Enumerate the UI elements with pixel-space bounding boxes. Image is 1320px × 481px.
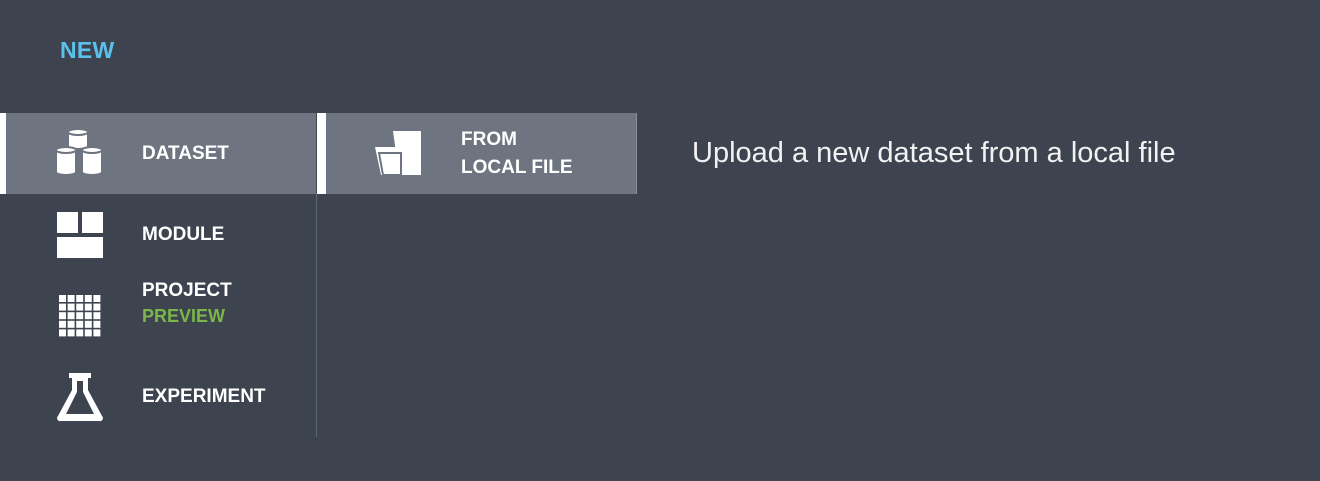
category-experiment[interactable]: EXPERIMENT (0, 356, 316, 437)
preview-badge: PREVIEW (142, 306, 226, 326)
option-label-line2: LOCAL FILE (461, 157, 573, 178)
category-dataset[interactable]: DATASET (0, 113, 316, 194)
category-label: DATASET (142, 143, 229, 164)
option-from-local-file[interactable]: FROM LOCAL FILE (317, 113, 637, 194)
column-divider (316, 193, 317, 437)
category-list: DATASET MODULE PROJECT PREVIEW EXPERIMEN… (0, 113, 316, 437)
option-label-line1: FROM (461, 129, 517, 150)
folder-open-icon (373, 127, 429, 179)
flask-icon (54, 371, 106, 423)
category-label: MODULE (142, 224, 225, 245)
option-description: Upload a new dataset from a local file (692, 137, 1176, 169)
page-title: NEW (60, 37, 115, 63)
category-label: PROJECT (142, 280, 232, 301)
database-cylinders-icon (54, 127, 106, 180)
module-blocks-icon (54, 209, 106, 261)
category-module[interactable]: MODULE (0, 194, 316, 275)
project-grid-icon (54, 290, 106, 342)
category-project[interactable]: PROJECT PREVIEW (0, 275, 316, 356)
category-label: EXPERIMENT (142, 386, 266, 407)
